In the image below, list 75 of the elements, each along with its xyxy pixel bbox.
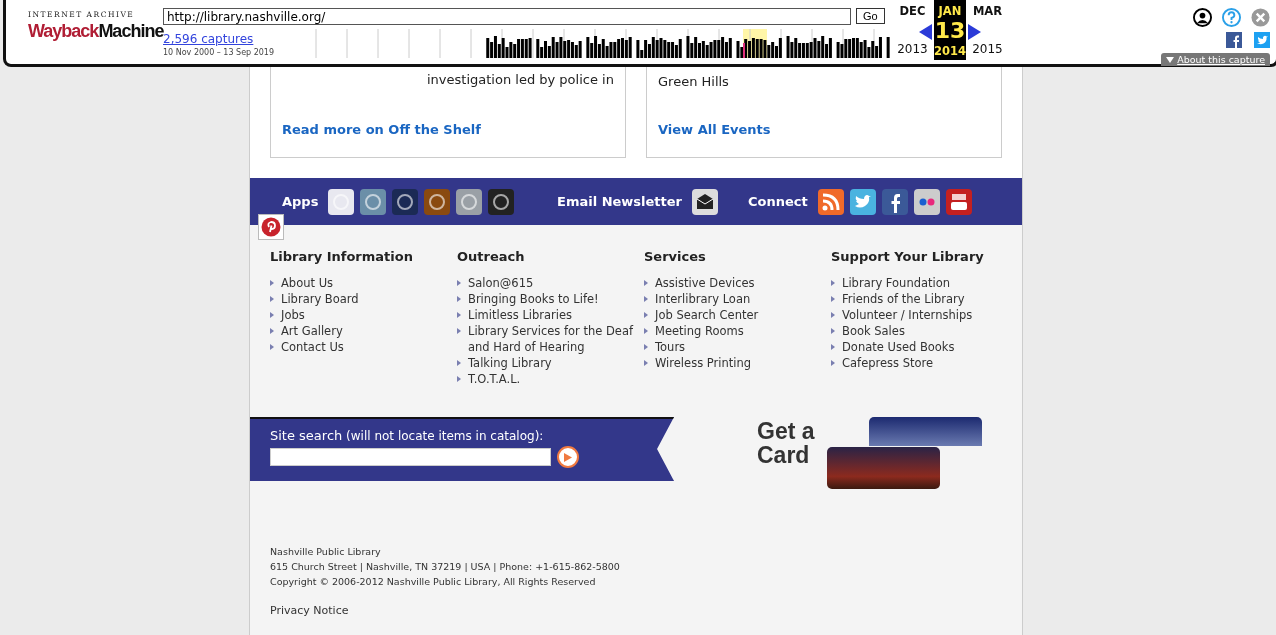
column-heading: Outreach [457, 249, 526, 264]
go-button[interactable]: Go [856, 8, 885, 24]
footer-link[interactable]: Library Foundation [831, 275, 1013, 291]
column-heading: Services [644, 249, 707, 264]
help-icon[interactable] [1222, 8, 1241, 27]
close-icon[interactable] [1251, 8, 1270, 27]
footer-link[interactable]: Talking Library [457, 355, 639, 371]
app-icon[interactable] [456, 188, 483, 215]
footer-link[interactable]: Interlibrary Loan [644, 291, 826, 307]
f-logo-icon[interactable] [881, 188, 908, 215]
left-arrow-icon[interactable] [919, 24, 932, 40]
facebook-icon[interactable] [1226, 32, 1242, 48]
app-icon[interactable] [360, 188, 387, 215]
footer-link[interactable]: Limitless Libraries [457, 307, 639, 323]
caret-icon [1166, 56, 1175, 63]
address-line: Nashville Public Library [270, 545, 382, 558]
right-arrow-icon[interactable] [968, 24, 981, 40]
capture-histogram[interactable] [313, 29, 891, 58]
dots-icon[interactable] [913, 188, 940, 215]
search-field[interactable] [270, 448, 551, 466]
column-heading: Support Your Library [831, 249, 985, 264]
library-card-picture[interactable] [869, 417, 982, 446]
captures-link[interactable]: 2,596 captures [163, 32, 254, 46]
card-text: investigation led by police in [426, 71, 614, 89]
connect-label: Connect [748, 194, 808, 209]
video-logo-icon[interactable] [945, 188, 972, 215]
footer-link[interactable]: About Us [270, 275, 452, 291]
about-capture-button[interactable]: About this capture [1161, 53, 1270, 66]
play-icon [564, 452, 572, 462]
capture-date-range: 10 Nov 2000 – 13 Sep 2019 [163, 48, 276, 57]
address-line: Copyright © 2006-2012 Nashville Public Library, All Rights Reserved [270, 575, 597, 588]
footer-link[interactable]: Tours [644, 339, 826, 355]
url-field[interactable]: http://library.nashville.org/ [163, 8, 851, 25]
footer-link[interactable]: Volunteer / Internships [831, 307, 1013, 323]
footer-link[interactable]: Donate Used Books [831, 339, 1013, 355]
footer-link[interactable]: Library Board [270, 291, 452, 307]
bird-icon[interactable] [849, 188, 876, 215]
get-a-card-heading[interactable]: Get a Card [757, 419, 815, 493]
column-heading: Library Information [270, 249, 414, 264]
user-icon[interactable] [1193, 8, 1212, 27]
site-search-label: Site search (will not locate items in catalog): [270, 428, 545, 443]
pinterest-button[interactable] [258, 214, 284, 240]
footer-link[interactable]: Wireless Printing [644, 355, 826, 371]
calendar-month[interactable]: DEC 2013 [891, 0, 934, 60]
footer-link[interactable]: Art Gallery [270, 323, 452, 339]
app-icon[interactable] [328, 188, 355, 215]
footer-link[interactable]: Meeting Rooms [644, 323, 826, 339]
footer-link[interactable]: Assistive Devices [644, 275, 826, 291]
footer-link[interactable]: Contact Us [270, 339, 452, 355]
footer-link[interactable]: Book Sales [831, 323, 1013, 339]
card-link[interactable]: View All Events [658, 122, 771, 137]
current-date[interactable]: JAN 13 2014 [934, 0, 966, 60]
calendar-month[interactable]: MAR 2015 [966, 0, 1009, 60]
app-icon[interactable] [392, 188, 419, 215]
footer-link[interactable]: Salon@615 [457, 275, 639, 291]
footer-link[interactable]: T.O.T.A.L. [457, 371, 639, 387]
newsletter-label: Email Newsletter [557, 194, 682, 209]
footer-link[interactable]: Friends of the Library [831, 291, 1013, 307]
rss-icon[interactable] [817, 188, 844, 215]
card-text: Green Hills [658, 73, 730, 91]
footer-link[interactable]: Jobs [270, 307, 452, 323]
app-icon[interactable] [488, 188, 515, 215]
footer-link[interactable]: Bringing Books to Life! [457, 291, 639, 307]
footer-link[interactable]: Job Search Center [644, 307, 826, 323]
pin-logo-icon [261, 217, 281, 237]
app-icon[interactable] [424, 188, 451, 215]
envelope-icon[interactable] [692, 188, 718, 215]
apps-label: Apps [282, 194, 319, 209]
privacy-link[interactable]: Privacy Notice [270, 604, 349, 617]
footer-link[interactable]: Library Services for the Deaf and Hard of Hearing [457, 323, 639, 355]
search-go-button[interactable] [557, 446, 579, 468]
wayback-logo[interactable]: WaybackMachine [28, 19, 164, 43]
address-line: 615 Church Street | Nashville, TN 37219 | USA | Phone: +1-615-862-5800 [270, 560, 621, 573]
footer-link[interactable]: Cafepress Store [831, 355, 1013, 371]
card-link[interactable]: Read more on Off the Shelf [282, 122, 481, 137]
